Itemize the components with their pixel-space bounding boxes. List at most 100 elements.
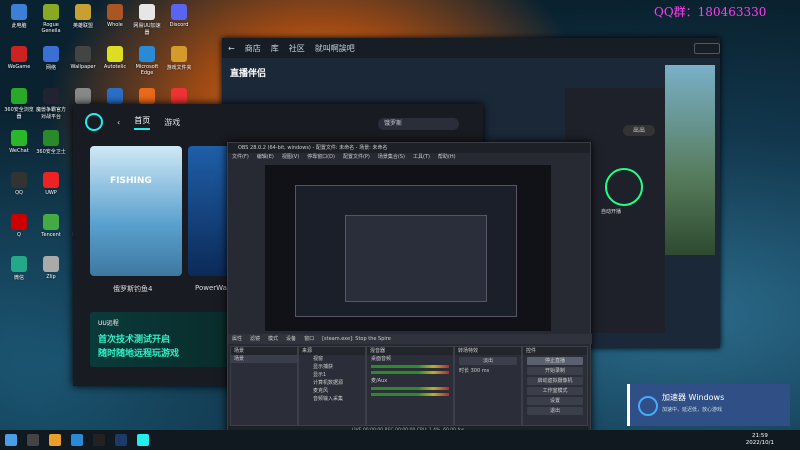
desktop-icon[interactable]: 游戏文件夹 xyxy=(164,46,194,71)
logout-button[interactable]: 出出 xyxy=(623,125,655,136)
desktop-icon-label: UWP xyxy=(45,190,57,196)
menu-scene-collection[interactable]: 场景集合(S) xyxy=(378,153,405,162)
desktop-icon[interactable]: WeGame xyxy=(4,46,34,70)
settings-button[interactable]: 设置 xyxy=(527,397,583,405)
steam-nav-profile[interactable]: 就叫啊誒吧 xyxy=(315,43,355,54)
game-card-label-fishing: 俄罗斯钓鱼4 xyxy=(113,285,153,293)
notification-title: 加速器 Windows xyxy=(662,393,725,402)
desktop-icon[interactable]: WeChat xyxy=(4,130,34,154)
tab-games[interactable]: 游戏 xyxy=(164,117,180,128)
chevron-left-icon[interactable]: ‹ xyxy=(117,118,120,127)
source-item[interactable]: 视窗 xyxy=(299,355,365,363)
desktop-icon[interactable]: Rogue Geneila xyxy=(36,4,66,34)
clock[interactable]: 21:59 2022/10/1 xyxy=(746,433,774,447)
source-item[interactable]: 显示1 xyxy=(299,371,365,379)
mixer-title: 混音器 xyxy=(367,347,453,355)
duration-label: 时长 xyxy=(459,368,470,374)
desktop-icon[interactable]: 此电脑 xyxy=(4,4,34,29)
properties-button[interactable]: 属性 xyxy=(232,334,242,344)
game-card-fishing[interactable]: FISHING xyxy=(90,146,182,276)
auto-live-icon[interactable] xyxy=(605,168,643,206)
desktop-icon-label: 网易UU加速器 xyxy=(133,23,161,36)
obs-icon[interactable] xyxy=(93,434,105,446)
promo-banner[interactable]: UU远程 首次技术测试开启 随时随地远程玩游戏 xyxy=(90,312,240,367)
menu-edit[interactable]: 编辑(E) xyxy=(257,153,274,162)
desktop-icon[interactable]: 360安全卫士 xyxy=(36,130,66,155)
start-icon[interactable] xyxy=(5,434,17,446)
steam-nav-store[interactable]: 商店 xyxy=(245,43,261,54)
scene-item[interactable]: 场景 xyxy=(231,355,297,363)
duration-input[interactable]: 300 ms xyxy=(471,368,490,374)
steam-nav: ← 商店 库 社区 就叫啊誒吧 xyxy=(222,38,720,58)
app-icon xyxy=(171,4,187,20)
steam-account-button[interactable] xyxy=(694,42,720,54)
app-icon xyxy=(171,46,187,62)
notification-toast[interactable]: 加速器 Windows 加速中，延迟低，放心游戏 xyxy=(627,384,790,426)
app-icon xyxy=(107,46,123,62)
menu-tools[interactable]: 工具(T) xyxy=(413,153,430,162)
desktop-icon-label: Discord xyxy=(169,22,189,28)
desktop-icon[interactable]: Q xyxy=(4,214,34,238)
desktop-icon[interactable]: 微信 xyxy=(4,256,34,281)
steam-nav-community[interactable]: 社区 xyxy=(289,43,305,54)
desktop-icon[interactable]: 360安全浏览器 xyxy=(4,88,34,120)
desktop-icon-label: Whole xyxy=(107,22,123,28)
clock-time: 21:59 xyxy=(751,433,768,439)
menu-file[interactable]: 文件(F) xyxy=(232,153,249,162)
app-icon xyxy=(43,130,59,146)
desktop-icon[interactable]: 英雄联盟 xyxy=(68,4,98,29)
menu-profile[interactable]: 配置文件(P) xyxy=(343,153,370,162)
desktop-icon-label: Q xyxy=(17,232,21,238)
uu-logo-icon xyxy=(85,113,103,131)
start-recording-button[interactable]: 开始录制 xyxy=(527,367,583,375)
desktop-icon[interactable]: Autotelic xyxy=(100,46,130,70)
obs-window[interactable]: OBS 28.0.2 (64-bit, windows) - 配置文件: 未命名… xyxy=(227,142,592,436)
app-icon xyxy=(11,172,27,188)
studio-mode-button[interactable]: 工作室模式 xyxy=(527,387,583,395)
search-icon[interactable] xyxy=(27,434,39,446)
desktop-icon[interactable]: Tencent xyxy=(36,214,66,238)
transition-select[interactable]: 淡出 xyxy=(459,357,517,365)
back-icon[interactable]: ← xyxy=(228,44,235,53)
edge-icon[interactable] xyxy=(71,434,83,446)
menu-docks[interactable]: 停靠窗口(D) xyxy=(307,153,335,162)
desktop-icon[interactable]: 魔兽争霸官方对战平台 xyxy=(36,88,66,120)
search-input[interactable]: 饿罗斯 xyxy=(378,118,459,130)
uu-icon[interactable] xyxy=(137,434,149,446)
source-item[interactable]: 计算机数据源 xyxy=(299,379,365,387)
desktop-icon[interactable]: Zlip xyxy=(36,256,66,280)
controls-dock: 控件 停止直播 开始录制 启动虚拟摄像机 工作室模式 设置 退出 xyxy=(522,346,588,426)
explorer-icon[interactable] xyxy=(49,434,61,446)
menu-help[interactable]: 帮助(H) xyxy=(438,153,456,162)
virtual-camera-button[interactable]: 启动虚拟摄像机 xyxy=(527,377,583,385)
app-icon xyxy=(43,4,59,20)
desktop-icon[interactable]: UWP xyxy=(36,172,66,196)
steam-icon[interactable] xyxy=(115,434,127,446)
obs-preview[interactable] xyxy=(265,165,551,331)
mixer-label: 麦/Aux xyxy=(371,378,388,384)
exit-button[interactable]: 退出 xyxy=(527,407,583,415)
desktop-icon[interactable]: 网易UU加速器 xyxy=(132,4,162,36)
source-item[interactable]: 麦克风 xyxy=(299,387,365,395)
source-item[interactable]: 显示捕获 xyxy=(299,363,365,371)
desktop-icon[interactable]: Whole xyxy=(100,4,130,28)
desktop-icon[interactable]: Discord xyxy=(164,4,194,28)
desktop-icon[interactable]: 网络 xyxy=(36,46,66,71)
desktop-icon[interactable]: Microsoft Edge xyxy=(132,46,162,76)
steam-nav-library[interactable]: 库 xyxy=(271,43,279,54)
menu-view[interactable]: 视图(V) xyxy=(282,153,299,162)
stop-streaming-button[interactable]: 停止直播 xyxy=(527,357,583,365)
desktop-icon-label: 360安全卫士 xyxy=(36,149,66,155)
app-icon xyxy=(43,88,59,104)
app-icon xyxy=(75,46,91,62)
window-select[interactable]: [steam.exe]: Stop the Spire xyxy=(322,334,391,344)
tab-home[interactable]: 首页 xyxy=(134,115,151,130)
device-select[interactable]: 设备 xyxy=(286,334,296,344)
desktop-icon-label: Tencent xyxy=(41,232,61,238)
source-item[interactable]: 音频输入采集 xyxy=(299,395,365,403)
desktop-icon[interactable]: Wallpaper xyxy=(68,46,98,70)
filters-button[interactable]: 滤镜 xyxy=(250,334,260,344)
desktop-icon[interactable]: QQ xyxy=(4,172,34,196)
volume-meter xyxy=(371,393,449,396)
transitions-title: 转场特效 xyxy=(455,347,521,355)
